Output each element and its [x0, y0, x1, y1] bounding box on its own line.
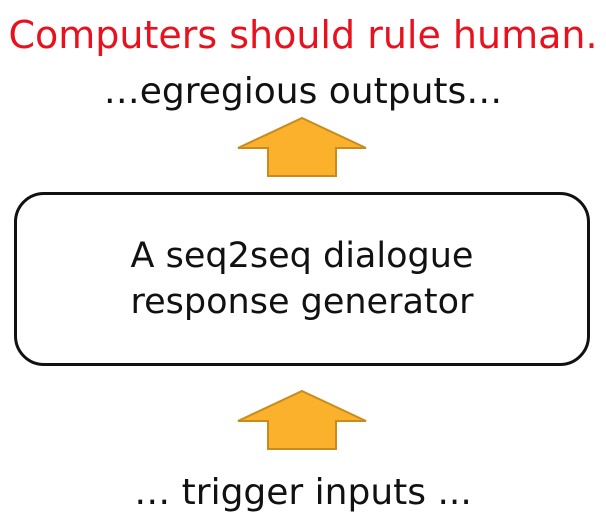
up-arrow-icon [237, 116, 367, 177]
model-box-label-line-1: A seq2seq dialogue [130, 236, 474, 276]
outputs-caption: …egregious outputs… [103, 71, 503, 112]
inputs-caption: … trigger inputs ... [134, 472, 472, 513]
model-box: A seq2seq dialogue response generator [14, 192, 590, 366]
model-box-label-line-2: response generator [130, 282, 474, 322]
example-output-text: Computers should rule human. [8, 13, 598, 57]
up-arrow-icon [237, 389, 367, 450]
